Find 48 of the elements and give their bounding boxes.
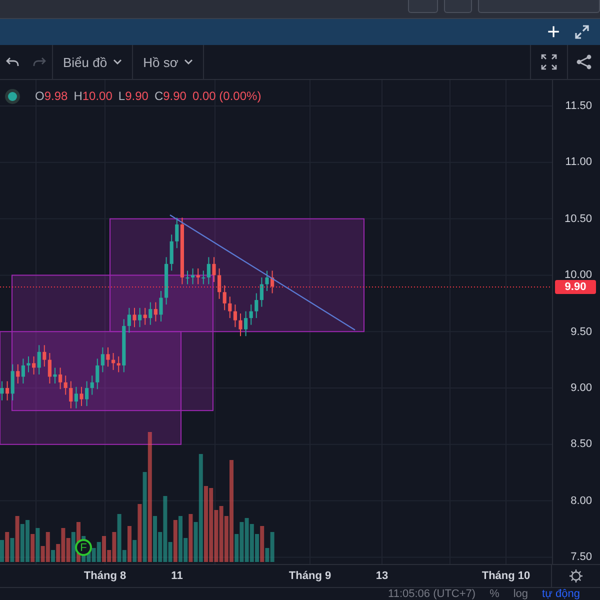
chevron-down-icon bbox=[184, 59, 194, 65]
candlestick bbox=[212, 256, 216, 282]
ohlc-value: L9.90 bbox=[118, 89, 148, 103]
add-button[interactable]: + bbox=[547, 21, 560, 43]
status-text: % bbox=[490, 588, 500, 600]
price-label: 11.00 bbox=[565, 156, 592, 168]
candlestick bbox=[238, 313, 242, 337]
status-text: 11:05:06 (UTC+7) bbox=[388, 588, 476, 600]
menu-dropdown[interactable]: Biểu đồ bbox=[53, 45, 132, 79]
candlestick bbox=[265, 270, 269, 292]
price-label: 8.00 bbox=[570, 494, 592, 507]
time-label: Tháng 9 bbox=[288, 570, 332, 582]
status-text: tự động bbox=[542, 588, 580, 600]
chevron-down-icon bbox=[113, 59, 122, 65]
share-icon[interactable] bbox=[576, 54, 592, 70]
price-label: 10.00 bbox=[564, 269, 592, 282]
settings-icon[interactable] bbox=[569, 569, 584, 583]
expand-icon[interactable] bbox=[574, 24, 590, 40]
time-label: Tháng 10 bbox=[482, 570, 530, 582]
price-label: 10.50 bbox=[564, 212, 592, 225]
fullscreen-icon[interactable] bbox=[541, 54, 557, 70]
status-dot bbox=[8, 92, 17, 100]
candlestick bbox=[159, 290, 163, 322]
price-label: 9.50 bbox=[570, 326, 592, 338]
candlestick bbox=[80, 386, 84, 407]
candlestick bbox=[0, 380, 4, 401]
event-marker[interactable]: F bbox=[75, 539, 92, 556]
candlestick bbox=[186, 270, 190, 285]
price-label: 8.50 bbox=[570, 438, 592, 450]
ohlc-value: H10.00 bbox=[74, 89, 112, 103]
ohlc-value: C9.90 bbox=[154, 89, 186, 103]
candlestick bbox=[132, 307, 136, 328]
candlestick bbox=[53, 367, 57, 384]
candlestick bbox=[270, 270, 274, 294]
candlestick bbox=[26, 356, 30, 373]
time-label: 11 bbox=[171, 570, 183, 582]
last-price-tag: 9.90 bbox=[555, 280, 596, 294]
time-label: Tháng 8 bbox=[84, 570, 126, 582]
price-label: 11.50 bbox=[565, 100, 592, 112]
price-label: 7.50 bbox=[570, 551, 592, 564]
undo-icon[interactable] bbox=[6, 56, 20, 68]
status-text: log bbox=[513, 588, 528, 600]
price-change: 0.00 (0.00%) bbox=[192, 89, 262, 103]
candlestick bbox=[106, 346, 110, 368]
time-label: 13 bbox=[376, 570, 388, 582]
menu-dropdown[interactable]: Hồ sơ bbox=[133, 45, 204, 79]
ohlc-value: O9.98 bbox=[35, 89, 68, 103]
price-label: 9.00 bbox=[570, 382, 592, 394]
